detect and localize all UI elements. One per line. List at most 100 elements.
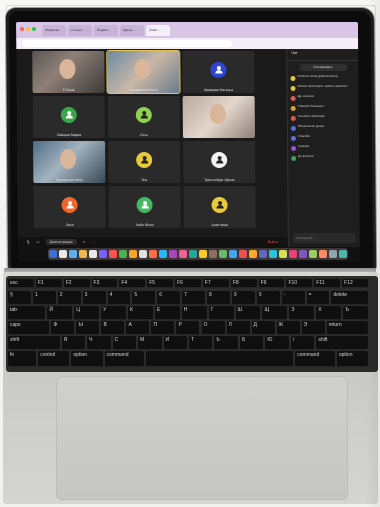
keyboard-key[interactable]: А [126,321,150,335]
dock-app-icon[interactable] [338,250,348,258]
participant-tile[interactable]: Зайцева Мария [32,96,105,138]
keyboard-key[interactable]: 0 [256,291,280,305]
keyboard-key[interactable]: esc [8,279,34,288]
keyboard-key[interactable] [146,351,294,367]
keyboard-key[interactable]: command [295,351,335,367]
keyboard-key[interactable]: Ч [87,336,111,350]
dock-app-icon[interactable] [248,250,258,258]
dock-app-icon[interactable] [258,250,268,258]
keyboard-key[interactable]: 6 [157,291,181,305]
keyboard-key[interactable]: 4 [107,291,131,305]
dock-app-icon[interactable] [68,250,78,258]
dock-app-icon[interactable] [98,250,108,258]
keyboard-key[interactable]: / [290,336,315,350]
dock-app-icon[interactable] [108,250,118,258]
dock-app-icon[interactable] [228,250,238,258]
keyboard-key[interactable]: tab [8,306,46,320]
keyboard-key[interactable]: Ц [74,306,100,320]
chat-input[interactable]: Сообщение... [292,233,356,243]
keyboard-key[interactable]: Г [208,306,234,320]
dock-app-icon[interactable] [148,250,158,258]
keyboard-key[interactable]: О [201,321,225,335]
keyboard-key[interactable]: option [71,351,103,367]
close-window-icon[interactable] [20,27,25,31]
keyboard-key[interactable]: С [112,336,137,350]
keyboard-key[interactable]: - [281,291,305,305]
keyboard-key[interactable]: Т [189,336,213,350]
keyboard-key[interactable]: F1 [35,279,62,288]
keyboard-key[interactable]: F5 [147,279,174,288]
keyboard-key[interactable]: F11 [314,279,341,288]
dock-app-icon[interactable] [328,250,338,258]
participant-tile[interactable]: Кашкарова Олеся [106,50,181,94]
keyboard-key[interactable]: Е [154,306,180,320]
participant-tile[interactable]: Трахтенберг Ирина [183,141,256,183]
keyboard-key[interactable]: F4 [119,279,146,288]
keyboard-key[interactable]: К [128,306,153,320]
keyboard-key[interactable]: 9 [231,291,255,305]
keyboard-key[interactable]: F10 [286,279,313,288]
keyboard-key[interactable]: = [306,291,330,305]
participant-tile[interactable]: Эль [108,141,181,183]
keyboard-key[interactable]: return [326,321,368,335]
keyboard-key[interactable]: Х [316,306,342,320]
browser-tab[interactable]: Яндекс... [94,24,119,36]
mic-icon[interactable]: 🎙 [26,240,30,244]
keyboard-key[interactable]: Й [47,306,73,320]
keyboard-key[interactable]: Щ [262,306,288,320]
keyboard-key[interactable]: 2 [57,291,81,305]
keyboard-key[interactable]: И [163,336,187,350]
keyboard-key[interactable]: Б [239,336,264,350]
video-icon[interactable]: ▭ [36,240,39,244]
keyboard-key[interactable]: F2 [63,279,90,288]
browser-tab[interactable]: Статья... [68,24,93,36]
keyboard-key[interactable]: fn [8,351,37,367]
keyboard-key[interactable]: М [138,336,162,350]
keyboard-key[interactable]: Ф [51,321,75,335]
trackpad[interactable] [56,376,348,500]
participant-tile[interactable]: Чиби Юлия [108,186,181,228]
keyboard-key[interactable]: F3 [91,279,118,288]
keyboard-key[interactable]: F8 [230,279,257,288]
keyboard-key[interactable]: option [336,351,368,367]
react-icon[interactable]: ☺ [82,240,86,244]
chat-action-button[interactable]: Скопировать [298,64,347,71]
keyboard-key[interactable]: F12 [342,279,368,288]
keyboard-key[interactable]: F9 [258,279,285,288]
keyboard-key[interactable]: 8 [207,291,230,305]
keyboard-key[interactable]: § [8,291,31,305]
participant-tile[interactable]: Р. Инна [32,51,105,93]
minimize-window-icon[interactable] [26,27,31,31]
participant-tile[interactable]: Анастасия [183,186,256,228]
dock-app-icon[interactable] [48,250,58,258]
more-icon[interactable]: ··· [92,240,95,244]
keyboard-key[interactable]: Д [251,321,275,335]
keyboard-key[interactable]: shift [8,336,60,350]
keyboard-key[interactable]: П [151,321,175,335]
keyboard-key[interactable]: command [104,351,145,367]
keyboard-key[interactable]: 7 [182,291,205,305]
keyboard-key[interactable]: Ь [214,336,238,350]
dock-app-icon[interactable] [298,250,308,258]
keyboard-key[interactable]: Ж [276,321,300,335]
keyboard-key[interactable]: caps [8,321,50,335]
dock-app-icon[interactable] [118,250,128,258]
dock-app-icon[interactable] [188,250,198,258]
participant-tile[interactable]: Коршунова Нина [33,141,106,183]
browser-tab[interactable]: Zoom... [146,24,171,36]
dock-app-icon[interactable] [198,250,208,258]
leave-button[interactable]: Выйти [268,240,278,244]
dock-app-icon[interactable] [138,250,148,258]
browser-tab[interactable]: Курсы... [120,24,145,36]
dock-app-icon[interactable] [168,250,178,258]
keyboard-key[interactable]: F7 [202,279,229,288]
dock-app-icon[interactable] [158,250,168,258]
share-screen-button[interactable]: Демонстрация [45,239,77,245]
keyboard-key[interactable]: З [289,306,315,320]
keyboard-key[interactable]: Ъ [343,306,368,320]
dock-app-icon[interactable] [308,250,318,258]
maximize-window-icon[interactable] [32,27,37,31]
dock-app-icon[interactable] [278,250,288,258]
keyboard-key[interactable]: Э [301,321,325,335]
keyboard-key[interactable]: shift [316,336,368,350]
